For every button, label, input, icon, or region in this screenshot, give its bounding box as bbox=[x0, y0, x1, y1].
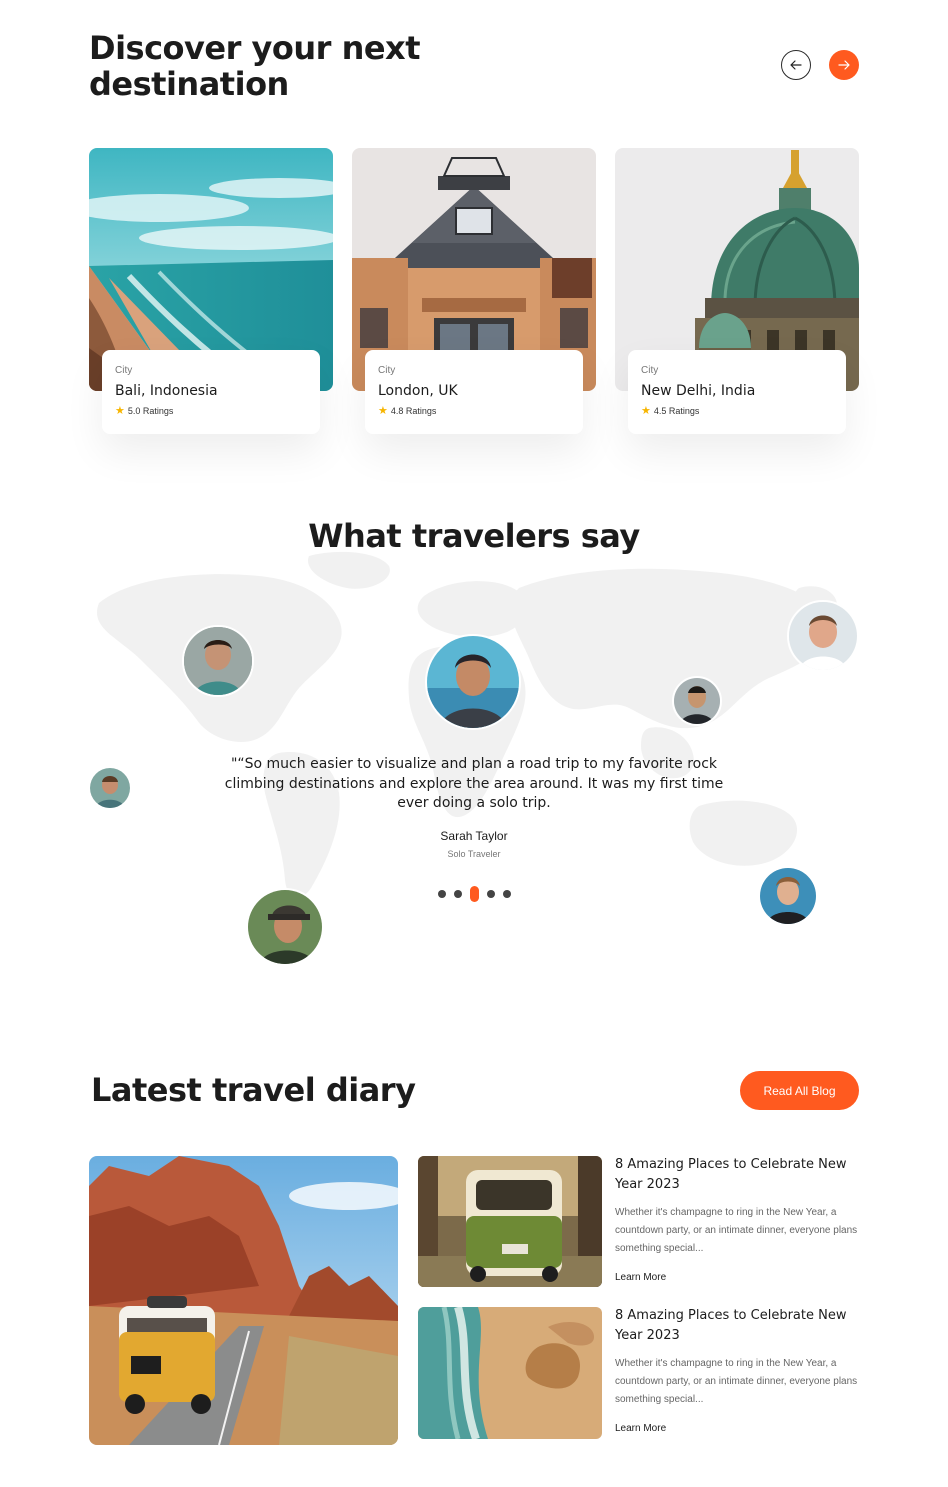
testimonial-pagination bbox=[438, 886, 511, 902]
learn-more-link[interactable]: Learn More bbox=[615, 1423, 666, 1434]
arrow-right-icon bbox=[838, 60, 850, 70]
post-image-van[interactable] bbox=[418, 1156, 602, 1287]
pagination-dot[interactable] bbox=[487, 890, 495, 898]
pagination-dot[interactable] bbox=[454, 890, 462, 898]
testimonial-quote: "“So much easier to visualize and plan a… bbox=[224, 756, 724, 811]
pagination-dot[interactable] bbox=[438, 890, 446, 898]
destination-type-label: City bbox=[641, 365, 659, 376]
traveler-avatar[interactable] bbox=[246, 888, 324, 966]
traveler-avatar[interactable] bbox=[758, 866, 818, 926]
destination-info-card: City London, UK ★ 4.8 Ratings bbox=[365, 350, 583, 434]
post-title[interactable]: 8 Amazing Places to Celebrate New Year 2… bbox=[615, 1155, 855, 1194]
pagination-dot[interactable] bbox=[503, 890, 511, 898]
destination-card-london[interactable]: City London, UK ★ 4.8 Ratings bbox=[352, 148, 596, 438]
destination-type-label: City bbox=[115, 365, 133, 376]
testimonial-author: Sarah Taylor bbox=[440, 829, 508, 843]
post-excerpt: Whether it's champagne to ring in the Ne… bbox=[615, 1358, 858, 1405]
traveler-avatar[interactable] bbox=[787, 600, 859, 672]
destination-rating: ★ 4.5 Ratings bbox=[641, 405, 833, 417]
destination-rating: ★ 5.0 Ratings bbox=[115, 405, 307, 417]
pagination-dot-active[interactable] bbox=[470, 886, 479, 902]
learn-more-link[interactable]: Learn More bbox=[615, 1272, 666, 1283]
post-image-beach[interactable] bbox=[418, 1307, 602, 1439]
star-icon: ★ bbox=[115, 405, 125, 417]
star-icon: ★ bbox=[641, 405, 651, 417]
traveler-avatar[interactable] bbox=[88, 766, 132, 810]
destination-card-bali[interactable]: City Bali, Indonesia ★ 5.0 Ratings bbox=[89, 148, 333, 438]
destination-card-new-delhi[interactable]: City New Delhi, India ★ 4.5 Ratings bbox=[615, 148, 859, 438]
traveler-avatar[interactable] bbox=[182, 625, 254, 697]
destination-info-card: City Bali, Indonesia ★ 5.0 Ratings bbox=[102, 350, 320, 434]
arrow-left-icon bbox=[790, 60, 802, 70]
destination-name: London, UK bbox=[378, 383, 458, 399]
carousel-prev-button[interactable] bbox=[781, 50, 811, 80]
star-icon: ★ bbox=[378, 405, 388, 417]
read-all-blog-button[interactable]: Read All Blog bbox=[740, 1071, 859, 1110]
carousel-next-button[interactable] bbox=[829, 50, 859, 80]
post-title[interactable]: 8 Amazing Places to Celebrate New Year 2… bbox=[615, 1306, 855, 1345]
rating-text: 5.0 Ratings bbox=[127, 406, 174, 416]
diary-title: Latest travel diary bbox=[91, 1071, 416, 1109]
discover-title: Discover your next destination bbox=[89, 29, 420, 103]
destination-name: Bali, Indonesia bbox=[115, 383, 218, 399]
traveler-avatar-active[interactable] bbox=[425, 634, 521, 730]
destination-name: New Delhi, India bbox=[641, 383, 756, 399]
destination-rating: ★ 4.8 Ratings bbox=[378, 405, 570, 417]
traveler-avatar[interactable] bbox=[672, 676, 722, 726]
destination-info-card: City New Delhi, India ★ 4.5 Ratings bbox=[628, 350, 846, 434]
testimonial-role: Solo Traveler bbox=[447, 849, 501, 859]
testimonials-title: What travelers say bbox=[308, 517, 640, 555]
post-excerpt: Whether it's champagne to ring in the Ne… bbox=[615, 1207, 858, 1254]
rating-text: 4.5 Ratings bbox=[653, 406, 700, 416]
featured-post-image[interactable] bbox=[89, 1156, 398, 1445]
destination-type-label: City bbox=[378, 365, 396, 376]
rating-text: 4.8 Ratings bbox=[390, 406, 437, 416]
